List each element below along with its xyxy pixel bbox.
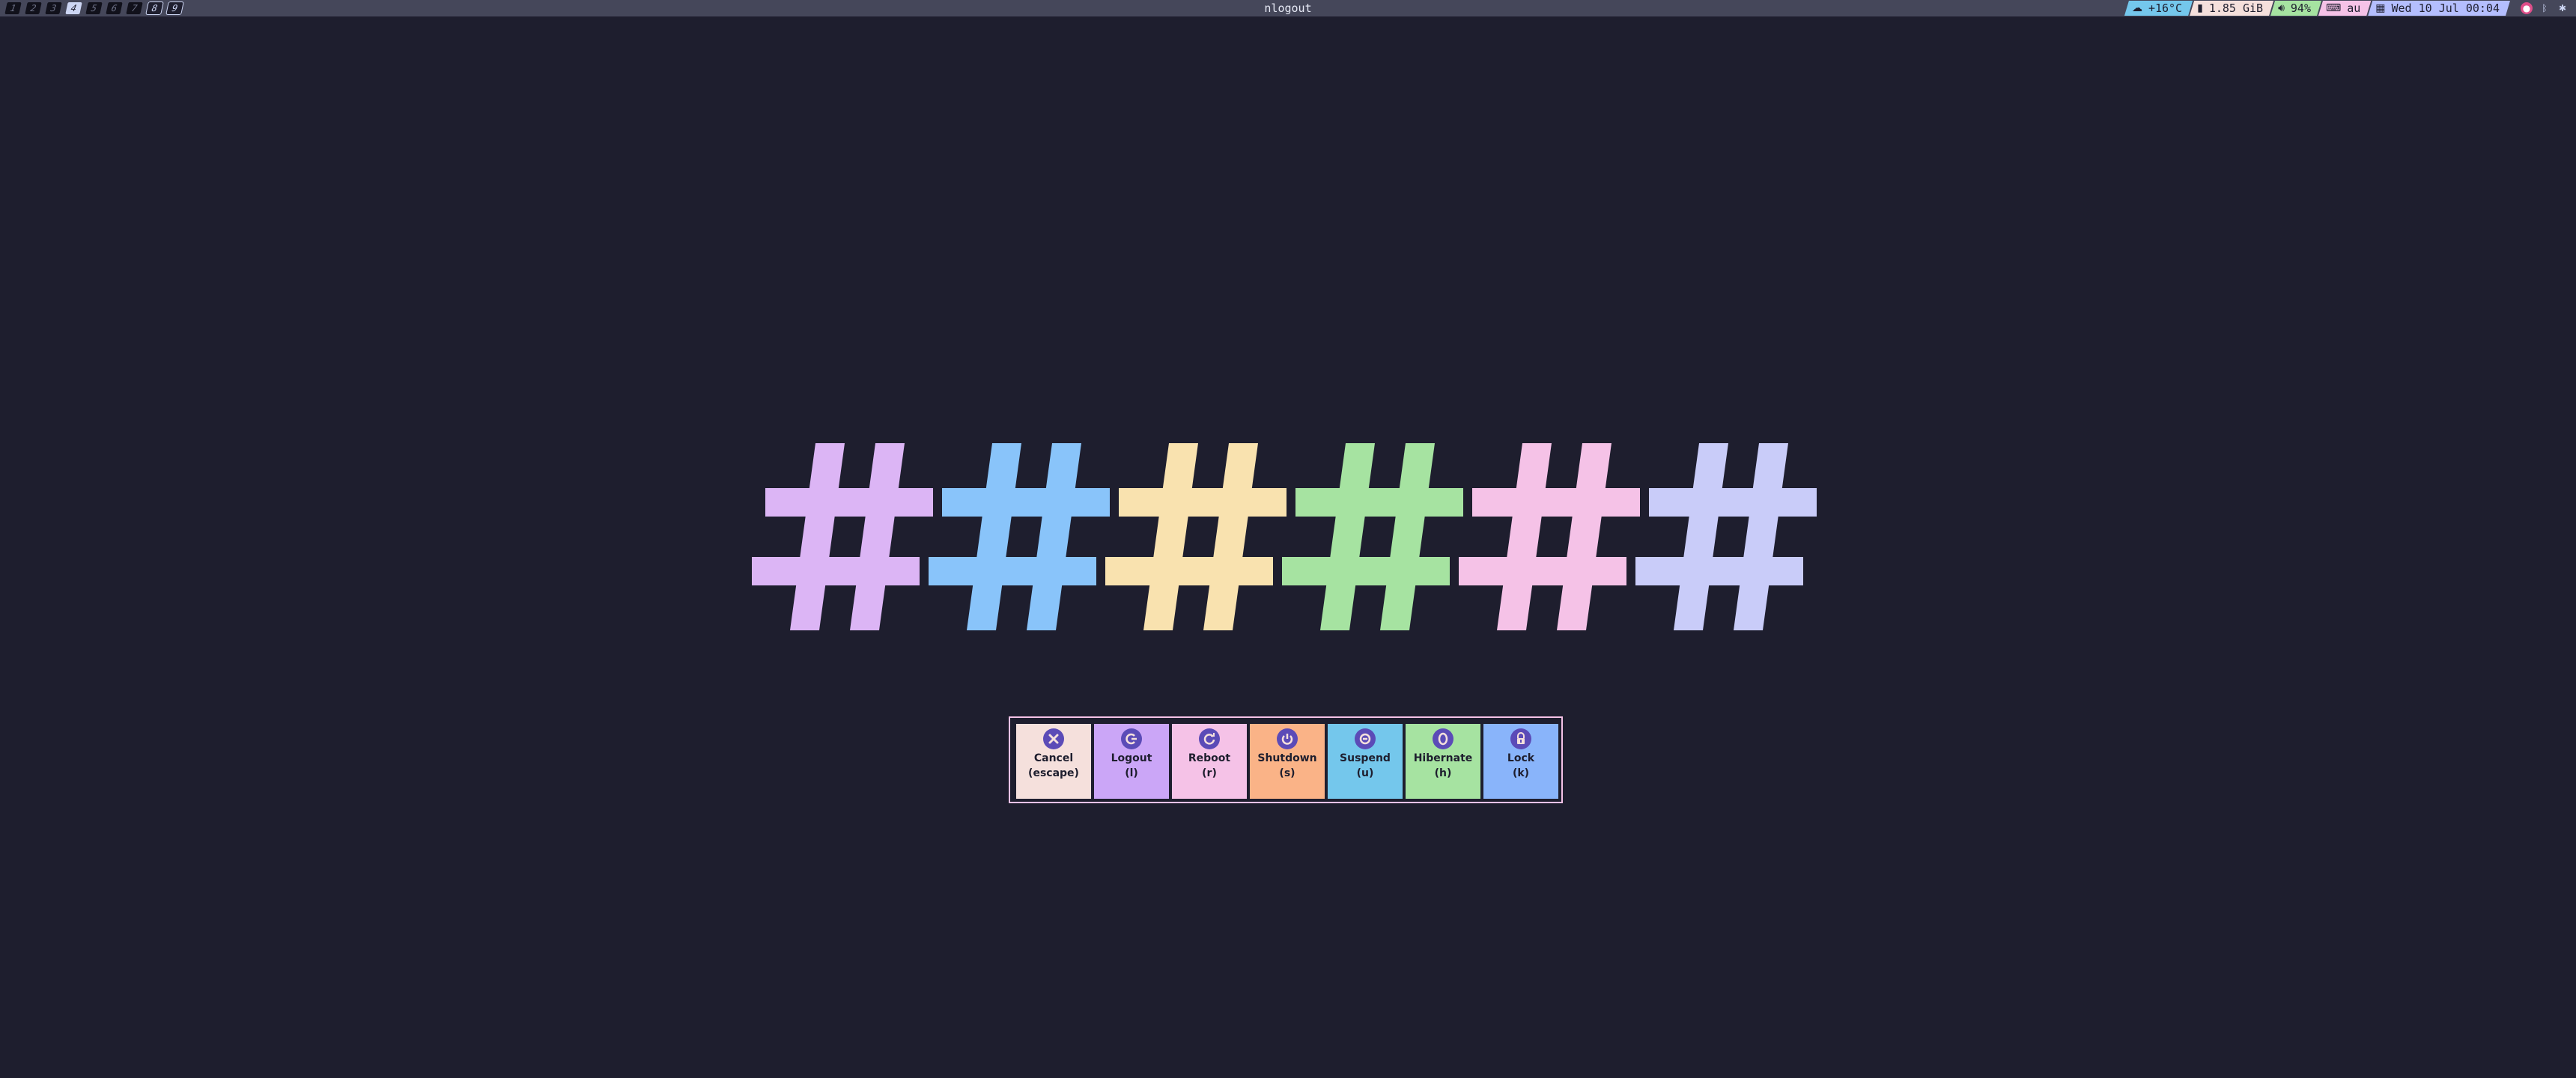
weather-value: +16°C — [2148, 1, 2183, 15]
hibernate-button[interactable]: Hibernate (h) — [1406, 724, 1480, 799]
reboot-icon — [1199, 728, 1220, 749]
logout-key: (l) — [1125, 767, 1138, 779]
cloud-icon: ☁ — [2131, 2, 2142, 14]
suspend-label: Suspend — [1340, 752, 1391, 764]
volume-value: 94% — [2290, 1, 2311, 15]
hibernate-icon — [1433, 728, 1453, 749]
hibernate-key: (h) — [1434, 767, 1452, 779]
datetime-value: Wed 10 Jul 00:04 — [2391, 1, 2500, 15]
power-icon — [1277, 728, 1298, 749]
cancel-key: (escape) — [1028, 767, 1079, 779]
hash-logo — [752, 443, 1817, 630]
memory-icon: ▮ — [2197, 2, 2203, 14]
bluetooth-icon[interactable]: ᛒ — [2539, 2, 2551, 14]
memory-value: 1.85 GiB — [2208, 1, 2264, 15]
lock-label: Lock — [1507, 752, 1535, 764]
close-icon — [1043, 728, 1064, 749]
cancel-button[interactable]: Cancel (escape) — [1016, 724, 1091, 799]
hibernate-label: Hibernate — [1413, 752, 1473, 764]
hash-glyph-5 — [1459, 443, 1640, 630]
speaker-icon: 🔊︎ — [2278, 2, 2285, 14]
lock-key: (k) — [1512, 767, 1530, 779]
suspend-icon — [1355, 728, 1376, 749]
clock-widget[interactable]: ▦ Wed 10 Jul 00:04 — [2368, 1, 2510, 16]
calendar-icon: ▦ — [2375, 2, 2386, 14]
lock-button[interactable]: Lock (k) — [1483, 724, 1558, 799]
logout-label: Logout — [1111, 752, 1152, 764]
hash-glyph-1 — [752, 443, 933, 630]
network-icon[interactable]: ✱ — [2557, 2, 2569, 14]
keyboard-layout-value: au — [2347, 1, 2361, 15]
keyboard-layout-widget[interactable]: ⌨ au — [2318, 1, 2371, 16]
reboot-label: Reboot — [1188, 752, 1231, 764]
reboot-button[interactable]: Reboot (r) — [1172, 724, 1247, 799]
system-tray: ● ᛒ ✱ — [2510, 2, 2576, 14]
reboot-key: (r) — [1202, 767, 1217, 779]
memory-widget[interactable]: ▮ 1.85 GiB — [2190, 1, 2273, 16]
keyboard-icon: ⌨ — [2325, 2, 2342, 14]
cancel-label: Cancel — [1033, 752, 1074, 764]
shutdown-label: Shutdown — [1257, 752, 1317, 764]
status-area: ☁ +16°C ▮ 1.85 GiB 🔊︎ 94% ⌨ au ▦ Wed 10 … — [2127, 0, 2576, 16]
suspend-button[interactable]: Suspend (u) — [1328, 724, 1403, 799]
app-tray-icon[interactable]: ● — [2521, 2, 2533, 14]
volume-widget[interactable]: 🔊︎ 94% — [2270, 1, 2321, 16]
hash-glyph-3 — [1105, 443, 1287, 630]
suspend-key: (u) — [1356, 767, 1374, 779]
shutdown-button[interactable]: Shutdown (s) — [1250, 724, 1325, 799]
lock-icon — [1510, 728, 1531, 749]
weather-widget[interactable]: ☁ +16°C — [2124, 1, 2193, 16]
logout-button[interactable]: Logout (l) — [1094, 724, 1169, 799]
logout-icon — [1121, 728, 1142, 749]
top-bar: 1 2 3 4 5 6 7 8 9 nlogout ☁ +16°C ▮ 1.85… — [0, 0, 2576, 16]
hash-glyph-6 — [1635, 443, 1817, 630]
shutdown-key: (s) — [1279, 767, 1295, 779]
hash-glyph-2 — [929, 443, 1110, 630]
logout-dialog: Cancel (escape) Logout (l) Reboot (r) Sh… — [1009, 716, 1563, 803]
hash-glyph-4 — [1282, 443, 1463, 630]
